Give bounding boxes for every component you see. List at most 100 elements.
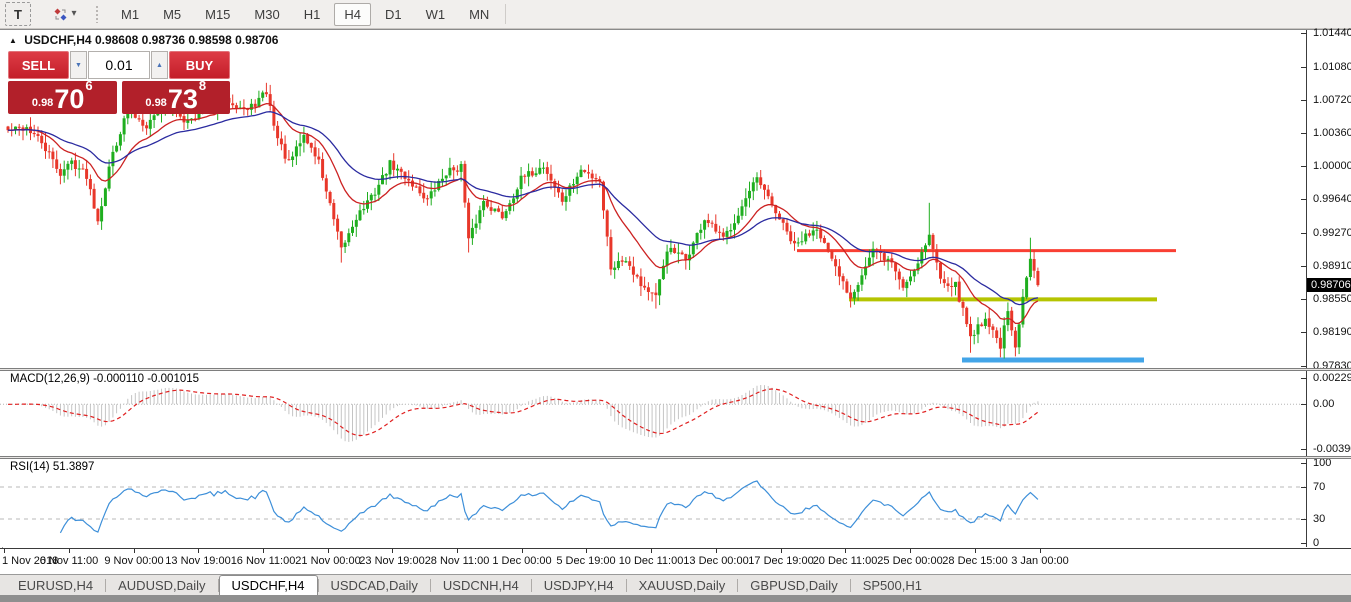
buy-price-prefix: 0.98 <box>145 98 166 109</box>
time-axis-tick <box>716 549 717 553</box>
buy-price-big: 73 <box>168 88 198 111</box>
sell-price-big: 70 <box>54 88 84 111</box>
macd-name: MACD(12,26,9) <box>10 373 90 385</box>
time-axis-label: 3 Jan 00:00 <box>1000 555 1080 567</box>
price-axis-label: 0.98550 <box>1313 293 1351 305</box>
chart-tab-GBPUSD-Daily[interactable]: GBPUSD,Daily <box>738 575 849 595</box>
buy-button[interactable]: BUY <box>169 51 230 79</box>
chart-ohlc-values: 0.98608 0.98736 0.98598 0.98706 <box>95 33 279 47</box>
dropdown-caret-icon: ▾ <box>71 9 76 19</box>
tf-button-MN[interactable]: MN <box>459 3 499 26</box>
rsi-current-value: 51.3897 <box>53 461 95 473</box>
buy-price-pip: 8 <box>199 79 206 92</box>
volume-input[interactable]: 0.01 <box>88 51 150 79</box>
ma-fast-line <box>8 104 1038 324</box>
price-axis-label: 0.98190 <box>1313 326 1351 338</box>
chart-tab-bar: EURUSD,H4AUDUSD,DailyUSDCHF,H4USDCAD,Dai… <box>0 574 1351 595</box>
macd-axis-label: -0.003904 <box>1313 443 1351 455</box>
price-axis-tick <box>1301 366 1307 367</box>
chart-tab-USDCNH-H4[interactable]: USDCNH,H4 <box>431 575 531 595</box>
volume-increase-button[interactable]: ▲ <box>151 51 168 79</box>
price-axis-label: 0.99640 <box>1313 193 1351 205</box>
price-axis-label: 1.01440 <box>1313 27 1351 39</box>
one-click-trade-panel: SELL ▼ 0.01 ▲ BUY 0.98 70 6 0.98 73 8 <box>8 51 230 114</box>
chart-tab-EURUSD-H4[interactable]: EURUSD,H4 <box>6 575 105 595</box>
tf-button-D1[interactable]: D1 <box>375 3 412 26</box>
time-axis: 1 Nov 20186 Nov 11:009 Nov 00:0013 Nov 1… <box>0 548 1351 573</box>
mt4-chart-window: { "toolbar": { "text_tool_label": "T", "… <box>0 0 1351 602</box>
price-axis-tick <box>1301 199 1307 200</box>
rsi-indicator-pane[interactable] <box>0 459 1305 547</box>
macd-current-values: -0.000110 -0.001015 <box>93 373 199 385</box>
tf-button-M5[interactable]: M5 <box>153 3 191 26</box>
tf-button-M1[interactable]: M1 <box>111 3 149 26</box>
window-bottom-strip <box>0 595 1351 602</box>
price-axis-tick <box>1301 33 1307 34</box>
price-axis-tick <box>1301 100 1307 101</box>
arrow-objects-button[interactable]: ▾ <box>47 2 83 26</box>
chart-symbol-label: USDCHF,H4 <box>24 33 91 47</box>
timeframe-button-group: M1M5M15M30H1H4D1W1MN <box>109 3 501 26</box>
tf-button-H4[interactable]: H4 <box>334 3 371 26</box>
rsi-axis-tick <box>1301 487 1307 488</box>
toolbar-separator <box>505 4 506 24</box>
time-axis-tick <box>69 549 70 553</box>
arrange-arrows-icon <box>53 7 68 22</box>
rsi-axis-tick <box>1301 463 1307 464</box>
rsi-name: RSI(14) <box>10 461 50 473</box>
chart-tab-USDJPY-H4[interactable]: USDJPY,H4 <box>532 575 626 595</box>
price-axis-tick <box>1301 299 1307 300</box>
rsi-line <box>60 481 1038 533</box>
price-axis: 0.98706 1.01440 1.01080 1.00720 1.00360 1.00… <box>1306 30 1351 547</box>
volume-decrease-button[interactable]: ▼ <box>70 51 87 79</box>
tf-button-M15[interactable]: M15 <box>195 3 240 26</box>
text-tool-button[interactable]: T <box>5 2 31 26</box>
chart-tab-USDCHF-H4[interactable]: USDCHF,H4 <box>219 575 318 595</box>
time-axis-tick <box>1040 549 1041 553</box>
time-axis-tick <box>586 549 587 553</box>
tf-button-H1[interactable]: H1 <box>294 3 331 26</box>
macd-label: MACD(12,26,9) -0.000110 -0.001015 <box>10 373 199 385</box>
time-axis-tick <box>781 549 782 553</box>
toolbar-grip-handle[interactable] <box>95 5 100 23</box>
chart-tab-USDCAD-Daily[interactable]: USDCAD,Daily <box>319 575 430 595</box>
macd-axis-label: 0.002297 <box>1313 372 1351 384</box>
price-axis-label: 1.00000 <box>1313 160 1351 172</box>
rsi-axis-tick <box>1301 543 1307 544</box>
rsi-axis-label: 70 <box>1313 481 1325 493</box>
rsi-axis-tick <box>1301 519 1307 520</box>
chart-tab-AUDUSD-Daily[interactable]: AUDUSD,Daily <box>106 575 217 595</box>
price-axis-tick <box>1301 233 1307 234</box>
rsi-label: RSI(14) 51.3897 <box>10 461 94 473</box>
macd-axis-tick <box>1301 404 1307 405</box>
price-axis-label: 1.00720 <box>1313 94 1351 106</box>
rsi-canvas <box>0 459 1305 547</box>
pane-resize-divider-rsi[interactable] <box>0 456 1351 459</box>
price-axis-label: 1.00360 <box>1313 127 1351 139</box>
time-axis-tick <box>975 549 976 553</box>
time-axis-tick <box>4 549 5 553</box>
candles <box>7 83 1040 359</box>
price-axis-label: 1.01080 <box>1313 61 1351 73</box>
chart-title: ▲ USDCHF,H4 0.98608 0.98736 0.98598 0.98… <box>9 33 278 47</box>
buy-price-display[interactable]: 0.98 73 8 <box>122 81 231 114</box>
price-axis-label: 0.98910 <box>1313 260 1351 272</box>
time-axis-tick <box>392 549 393 553</box>
pane-resize-divider-macd[interactable] <box>0 368 1351 371</box>
chart-tab-XAUUSD-Daily[interactable]: XAUUSD,Daily <box>627 575 738 595</box>
current-price-tag: 0.98706 <box>1307 278 1351 292</box>
tf-button-W1[interactable]: W1 <box>416 3 456 26</box>
price-axis-label: 0.99270 <box>1313 227 1351 239</box>
price-axis-tick <box>1301 266 1307 267</box>
sell-button[interactable]: SELL <box>8 51 69 79</box>
sell-price-display[interactable]: 0.98 70 6 <box>8 81 117 114</box>
tf-button-M30[interactable]: M30 <box>244 3 289 26</box>
macd-axis-tick <box>1301 449 1307 450</box>
top-toolbar: T ▾ M1M5M15M30H1H4D1W1MN <box>0 0 1351 29</box>
ma-slow-line <box>8 112 1038 305</box>
time-axis-tick <box>651 549 652 553</box>
time-axis-tick <box>522 549 523 553</box>
macd-axis-label: 0.00 <box>1313 398 1334 410</box>
time-axis-tick <box>457 549 458 553</box>
chart-tab-SP500-H1[interactable]: SP500,H1 <box>851 575 934 595</box>
